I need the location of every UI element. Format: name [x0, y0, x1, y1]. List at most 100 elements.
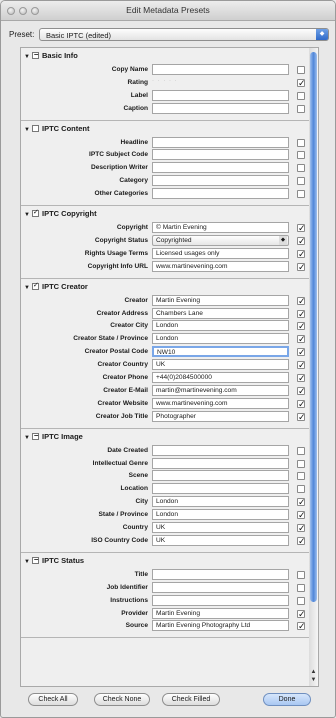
section-header[interactable]: ▼ IPTC Status [24, 556, 84, 566]
field-input[interactable]: +44(0)2084500000 [152, 372, 289, 384]
scrollbar-thumb[interactable] [310, 52, 317, 602]
section-header[interactable]: ▼ IPTC Creator [24, 282, 88, 292]
field-checkbox[interactable] [297, 596, 305, 605]
disclosure-triangle-icon[interactable]: ▼ [24, 212, 31, 218]
field-checkbox[interactable] [297, 373, 306, 384]
field-checkbox[interactable] [297, 360, 306, 371]
field-checkbox[interactable] [297, 309, 306, 320]
field-select[interactable]: Copyrighted ◆ [152, 234, 289, 246]
field-input[interactable]: Photographer [152, 410, 289, 422]
field-input[interactable] [152, 89, 289, 101]
field-input[interactable]: www.martinevening.com [152, 260, 289, 272]
scrollbar[interactable]: ▲ ▼ [309, 47, 319, 687]
field-input[interactable] [152, 102, 289, 114]
field-input[interactable] [152, 470, 289, 482]
field-input[interactable] [152, 457, 289, 469]
field-checkbox[interactable] [297, 412, 306, 423]
field-checkbox[interactable] [297, 190, 305, 199]
field-input[interactable] [152, 136, 289, 148]
disclosure-triangle-icon[interactable]: ▼ [24, 559, 31, 565]
field-checkbox[interactable] [297, 321, 306, 332]
field-checkbox[interactable] [297, 510, 306, 521]
field-input[interactable] [152, 149, 289, 161]
field-checkbox[interactable] [297, 223, 306, 234]
field-input[interactable] [152, 64, 289, 75]
scroll-arrows-icon[interactable]: ▲ ▼ [309, 668, 318, 684]
field-input[interactable] [152, 162, 289, 174]
field-checkbox[interactable] [297, 459, 305, 468]
field-input[interactable]: www.martinevening.com [152, 397, 289, 409]
disclosure-triangle-icon[interactable]: ▼ [24, 54, 31, 60]
field-checkbox[interactable] [297, 472, 305, 481]
field-checkbox[interactable] [297, 583, 305, 592]
section-checkbox[interactable] [32, 556, 39, 564]
field-input[interactable]: © Martin Evening [152, 222, 289, 234]
metadata-fields-panel[interactable]: ▼ Basic Info Copy Name Rating · · · · · Label… [20, 47, 317, 687]
field-input[interactable] [152, 483, 289, 495]
field-input[interactable]: UK [152, 534, 289, 546]
check-all-button[interactable]: Check All [28, 693, 78, 706]
field-checkbox[interactable] [297, 621, 306, 632]
disclosure-triangle-icon[interactable]: ▼ [24, 435, 31, 441]
section-checkbox[interactable] [32, 282, 39, 290]
check-none-button[interactable]: Check None [94, 693, 150, 706]
field-checkbox[interactable] [297, 497, 306, 508]
field-input[interactable]: UK [152, 359, 289, 371]
field-input[interactable] [152, 581, 289, 593]
check-filled-button[interactable]: Check Filled [162, 693, 220, 706]
section-checkbox[interactable] [32, 432, 39, 440]
field-input[interactable] [152, 594, 289, 606]
field-checkbox[interactable] [297, 262, 306, 273]
field-checkbox[interactable] [297, 485, 305, 494]
field-input[interactable]: Martin Evening [152, 607, 289, 619]
rating-stars[interactable]: · · · · · [152, 78, 178, 84]
field-input[interactable] [152, 568, 289, 580]
field-checkbox[interactable] [297, 609, 306, 620]
field-checkbox[interactable] [297, 104, 305, 113]
field-checkbox[interactable] [297, 347, 306, 358]
field-checkbox[interactable] [297, 164, 305, 173]
field-input[interactable]: Chambers Lane [152, 307, 289, 319]
field-checkbox[interactable] [297, 446, 305, 455]
field-input[interactable]: London [152, 333, 289, 345]
disclosure-triangle-icon[interactable]: ▼ [24, 285, 31, 291]
field-input[interactable] [152, 175, 289, 187]
field-input[interactable] [152, 188, 289, 200]
section-header[interactable]: ▼ IPTC Content [24, 124, 90, 134]
field-input[interactable]: martin@martinevening.com [152, 384, 289, 396]
field-input[interactable] [152, 444, 289, 456]
field-checkbox[interactable] [297, 570, 305, 579]
field-checkbox[interactable] [297, 536, 306, 547]
field-input[interactable]: UK [152, 522, 289, 534]
field-checkbox[interactable] [297, 177, 305, 186]
field-input[interactable]: NW10 [152, 346, 289, 358]
section-header[interactable]: ▼ Basic Info [24, 51, 78, 61]
field-checkbox[interactable] [297, 249, 306, 260]
field-checkbox[interactable] [297, 138, 305, 147]
field-checkbox[interactable] [297, 399, 306, 410]
field-input[interactable]: Martin Evening Photography Ltd [152, 620, 289, 632]
field-input[interactable]: London [152, 320, 289, 332]
field-checkbox[interactable] [297, 386, 306, 397]
field-input[interactable]: Licensed usages only [152, 247, 289, 259]
section-checkbox[interactable] [32, 210, 39, 218]
section-checkbox[interactable] [32, 52, 39, 59]
field-input[interactable]: Martin Evening [152, 294, 289, 306]
section-checkbox[interactable] [32, 124, 39, 132]
field-checkbox[interactable] [297, 151, 305, 160]
field-checkbox[interactable] [297, 334, 306, 345]
field-checkbox[interactable] [297, 236, 306, 247]
field-input[interactable]: London [152, 509, 289, 521]
preset-select[interactable]: Basic IPTC (edited) ◆ [39, 28, 329, 41]
field-input[interactable]: London [152, 496, 289, 508]
field-checkbox[interactable] [297, 91, 305, 100]
field-checkbox[interactable] [297, 523, 306, 534]
field-row: Creator State / Province London [21, 333, 316, 345]
section-header[interactable]: ▼ IPTC Copyright [24, 209, 97, 219]
disclosure-triangle-icon[interactable]: ▼ [24, 127, 31, 133]
field-checkbox[interactable] [297, 296, 306, 307]
field-checkbox[interactable] [297, 66, 305, 74]
done-button[interactable]: Done [263, 693, 311, 706]
field-checkbox[interactable] [297, 78, 306, 89]
section-header[interactable]: ▼ IPTC Image [24, 432, 83, 442]
